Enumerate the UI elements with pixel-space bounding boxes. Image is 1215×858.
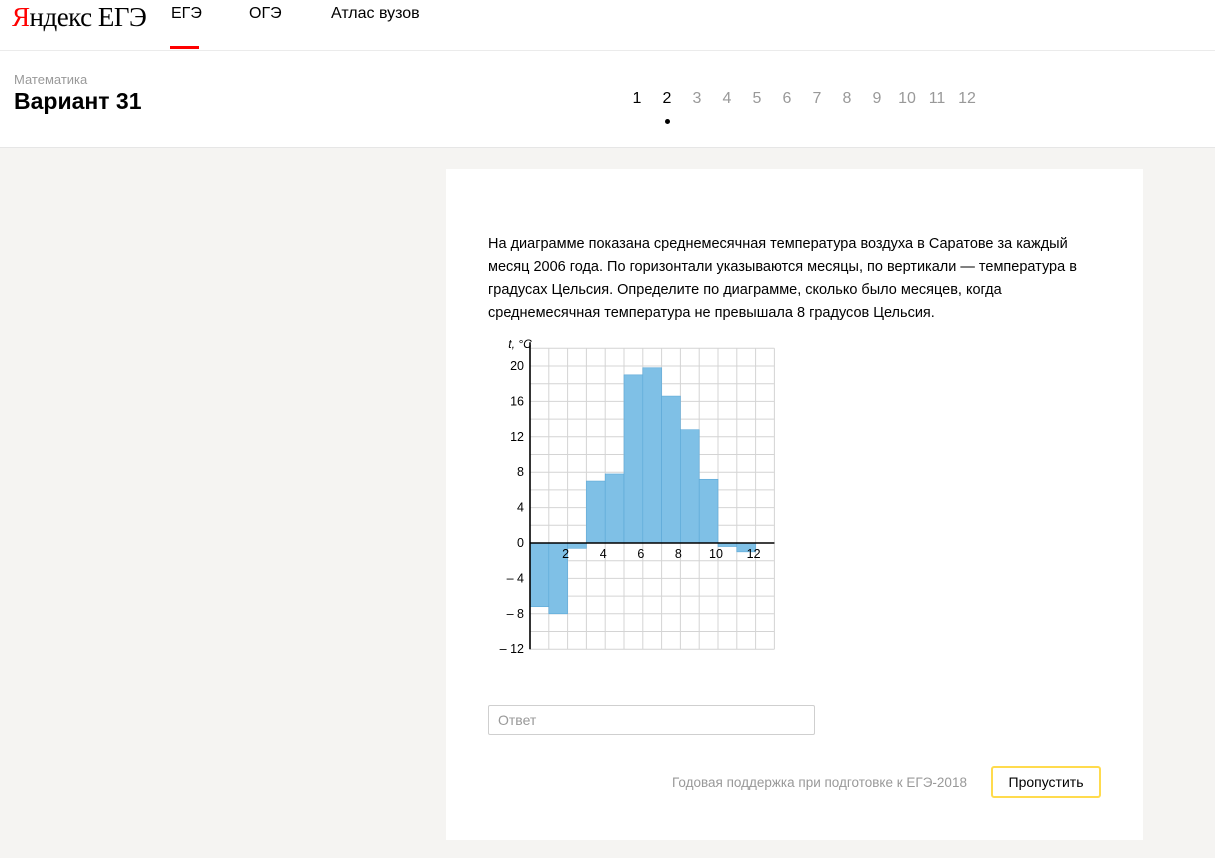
support-link[interactable]: Годовая поддержка при подготовке к ЕГЭ-2… [672,773,967,793]
pager-item-7[interactable]: 7 [804,89,830,109]
y-tick-label: 12 [510,430,524,444]
y-tick-label: 0 [517,536,524,550]
bar-month-7 [642,367,662,544]
chart-svg: t, °C 20 16 12 8 4 0 – 4 – 8 – 12 2 4 6 8 10 12 [500,337,775,656]
pager-current-dot [665,119,670,124]
pager-item-2[interactable]: 2 [654,89,680,109]
bar-month-9 [680,429,700,544]
x-tick-label: 10 [709,547,723,561]
x-tick-label: 4 [600,547,607,561]
yandex-ege-logo[interactable]: Яндекс ЕГЭ [12,2,147,32]
top-bar: Яндекс ЕГЭ ЕГЭ ОГЭ Атлас вузов [0,0,1215,51]
logo-text: ндекс ЕГЭ [29,2,147,32]
pager-item-11[interactable]: 11 [924,89,950,109]
logo-letter: Я [12,2,30,32]
subject-label: Математика [14,72,88,87]
y-tick-label: – 8 [507,607,524,621]
bar-month-4 [586,480,606,544]
skip-button[interactable]: Пропустить [991,766,1101,798]
pager-item-6[interactable]: 6 [774,89,800,109]
bar-month-1 [529,542,550,608]
nav-active-underline [170,46,199,49]
y-axis-label: t, °C [508,337,532,351]
bar-month-10 [698,478,719,544]
y-tick-label: 4 [517,501,524,515]
pager-item-4[interactable]: 4 [714,89,740,109]
y-tick-label: 16 [510,394,524,408]
pager-item-12[interactable]: 12 [954,89,980,109]
variant-header: Математика Вариант 31 1 2 3 4 5 6 7 8 9 10 11 12 [0,51,1215,148]
task-card: На диаграмме показана среднемесячная тем… [446,169,1143,840]
y-tick-label: 20 [510,359,524,373]
pager-item-5[interactable]: 5 [744,89,770,109]
pager-item-8[interactable]: 8 [834,89,860,109]
bar-month-5 [604,473,625,544]
nav-oge[interactable]: ОГЭ [249,4,282,24]
x-tick-label: 12 [747,547,761,561]
y-tick-label: – 12 [500,642,524,656]
question-text: На диаграмме показана среднемесячная тем… [488,236,1077,321]
x-tick-label: 8 [675,547,682,561]
temperature-chart: t, °C 20 16 12 8 4 0 – 4 – 8 – 12 2 4 6 8 10 12 [484,335,784,665]
variant-title: Вариант 31 [14,88,142,114]
y-tick-label: – 4 [507,571,524,585]
bar-month-8 [661,395,681,544]
x-tick-label: 6 [637,547,644,561]
nav-ege[interactable]: ЕГЭ [171,4,202,24]
pager-item-9[interactable]: 9 [864,89,890,109]
y-tick-label: 8 [517,465,524,479]
pager-item-3[interactable]: 3 [684,89,710,109]
x-tick-label: 2 [562,547,569,561]
pager-item-10[interactable]: 10 [894,89,920,109]
nav-atlas[interactable]: Атлас вузов [331,4,420,24]
answer-input[interactable] [488,705,815,735]
pager-item-1[interactable]: 1 [624,89,650,109]
bar-month-6 [623,374,644,544]
